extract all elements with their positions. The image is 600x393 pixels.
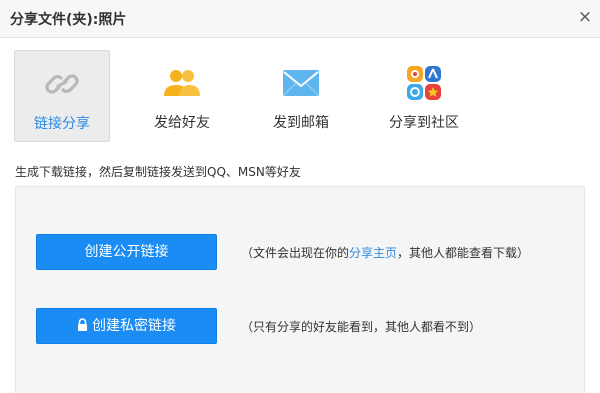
create-private-link-button[interactable]: 创建私密链接 [36,308,217,344]
public-link-note-suffix: ，其他人都能查看下载） [397,246,530,260]
link-share-hint: 生成下载链接，然后复制链接发送到QQ、MSN等好友 [15,165,301,179]
link-icon [45,74,79,94]
community-icon [406,65,442,101]
tab-send-friends[interactable]: 发给好友 [139,50,225,142]
public-link-note: （文件会出现在你的分享主页，其他人都能查看下载） [241,244,529,261]
tab-send-mail-label: 发到邮箱 [273,115,329,131]
tab-link-share-label: 链接分享 [34,116,90,132]
tab-share-community-label: 分享到社区 [389,115,459,131]
public-link-note-prefix: （文件会出现在你的 [241,246,350,260]
close-icon[interactable]: × [576,8,594,26]
create-private-link-label: 创建私密链接 [92,318,176,334]
tab-send-mail[interactable]: 发到邮箱 [258,50,344,142]
tab-link-share[interactable]: 链接分享 [14,50,110,142]
mail-icon [283,70,319,96]
create-public-link-label: 创建公开链接 [84,244,169,260]
tab-send-friends-label: 发给好友 [154,115,210,131]
dialog-title: 分享文件(夹):照片 [10,12,127,28]
share-homepage-link[interactable]: 分享主页 [349,246,397,260]
link-options-panel: 创建公开链接 （文件会出现在你的分享主页，其他人都能查看下载） 创建私密链接 （… [15,186,585,393]
private-link-note: （只有分享的好友能看到，其他人都看不到） [241,320,482,334]
share-method-tabs: 链接分享 发给好友 发到邮箱 分享到社区 [14,50,484,142]
lock-icon [78,318,87,331]
friends-icon [164,70,200,96]
tab-share-community[interactable]: 分享到社区 [376,50,472,142]
create-public-link-button[interactable]: 创建公开链接 [36,234,217,270]
dialog-titlebar: 分享文件(夹):照片 × [0,0,600,38]
